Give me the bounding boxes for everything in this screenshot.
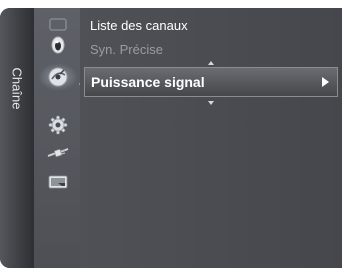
menu-item-signal-strength[interactable]: Puissance signal bbox=[84, 67, 338, 97]
side-tab-label: Chaîne bbox=[9, 67, 25, 109]
submenu-content: Liste des canaux Syn. Précise Puissance … bbox=[80, 8, 342, 268]
input-plug-icon[interactable] bbox=[47, 143, 69, 165]
scroll-down-arrow-icon bbox=[208, 101, 214, 105]
setup-gear-icon[interactable] bbox=[47, 114, 69, 136]
menu-icon-column bbox=[34, 8, 80, 268]
menu-item-fine-tune: Syn. Précise bbox=[90, 42, 163, 57]
sound-icon[interactable] bbox=[47, 34, 69, 56]
channel-satellite-icon[interactable] bbox=[47, 66, 69, 88]
picture-icon[interactable] bbox=[47, 14, 69, 36]
menu-item-signal-strength-label: Puissance signal bbox=[91, 74, 205, 90]
side-tab: Chaîne bbox=[0, 8, 34, 268]
application-screen-icon[interactable] bbox=[47, 171, 69, 193]
submenu-arrow-icon bbox=[322, 77, 329, 87]
channel-menu-panel: Chaîne Liste des canaux Syn. Précise Pui… bbox=[0, 8, 342, 268]
menu-item-channel-list[interactable]: Liste des canaux bbox=[90, 18, 188, 33]
tv-screen: Chaîne Liste des canaux Syn. Précise Pui… bbox=[0, 0, 344, 272]
scroll-up-arrow-icon bbox=[208, 61, 214, 65]
